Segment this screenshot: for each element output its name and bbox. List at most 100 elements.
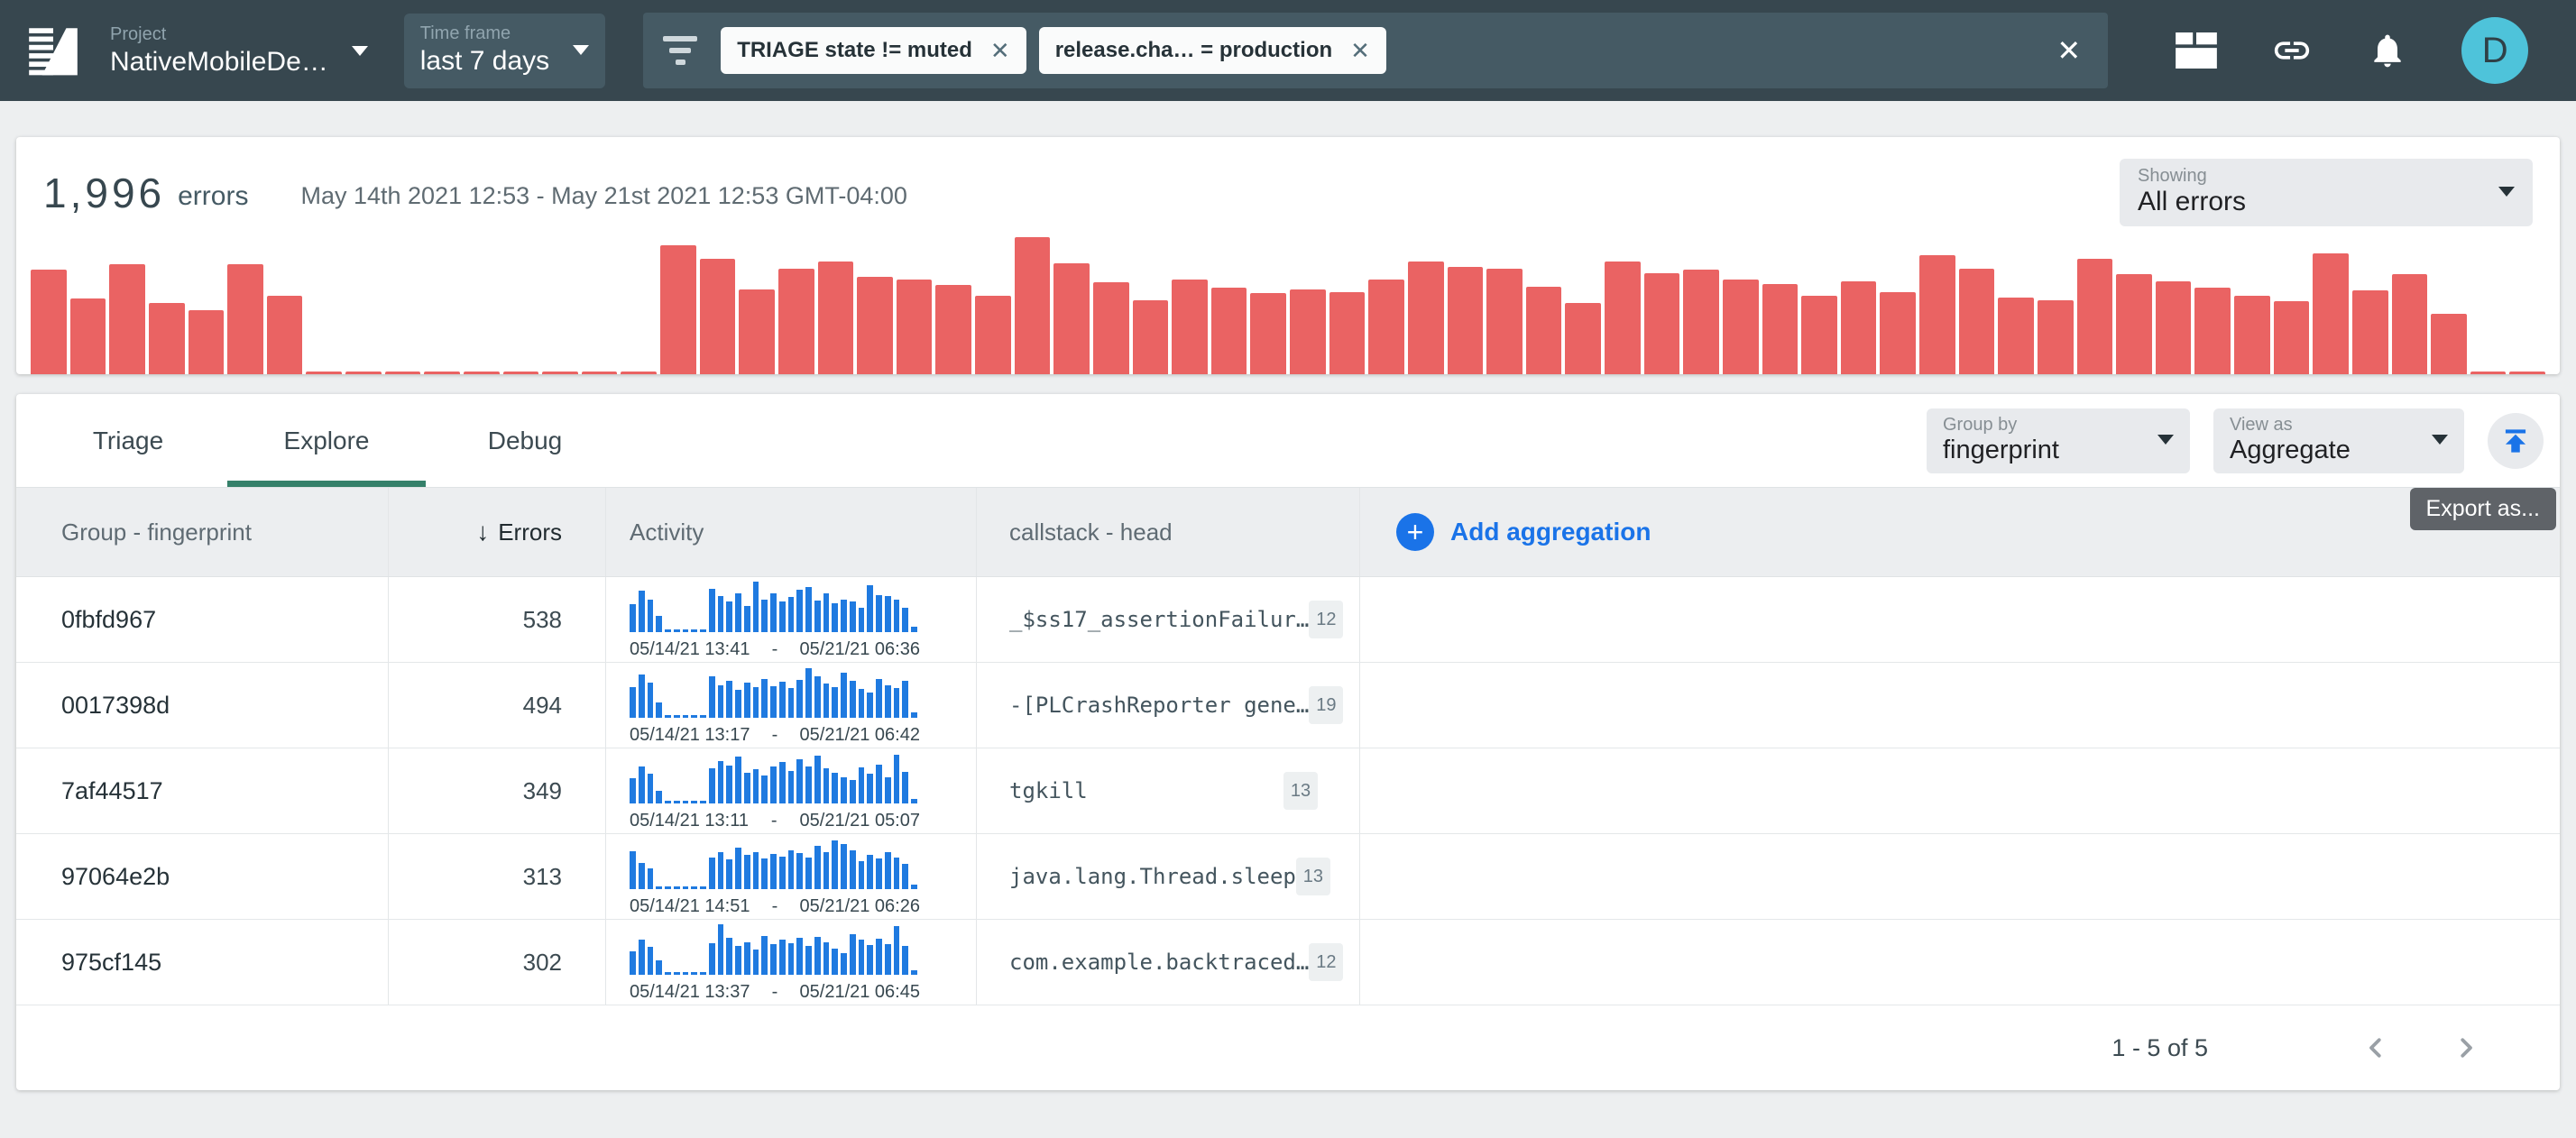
remove-filter-icon[interactable]: ✕	[990, 37, 1010, 65]
activity-start: 05/14/21 13:11	[630, 811, 749, 831]
view-as-label: View as	[2230, 415, 2351, 436]
tab-explore[interactable]: Explore	[227, 394, 426, 487]
callstack-head-value[interactable]: com.example.backtraced…	[1009, 950, 1309, 975]
backtrace-logo-icon	[23, 21, 83, 80]
share-link-icon[interactable]	[2270, 29, 2314, 72]
activity-sparkline[interactable]: 05/14/21 13:41 - 05/21/21 06:36	[630, 580, 920, 660]
filter-bar[interactable]: TRIAGE state != muted ✕ release.cha… = p…	[643, 13, 2108, 88]
table-row[interactable]: 97064e2b 313 05/14/21 14:51 - 05/21/21 0…	[16, 834, 2560, 920]
user-avatar[interactable]: D	[2461, 17, 2528, 84]
sparkline-date-range: 05/14/21 13:41 - 05/21/21 06:36	[630, 639, 920, 660]
frame-count-badge: 13	[1296, 858, 1330, 895]
fingerprint-value[interactable]: 7af44517	[61, 777, 163, 805]
fingerprint-value[interactable]: 0017398d	[61, 692, 170, 720]
column-header-fingerprint[interactable]: Group - fingerprint	[16, 488, 389, 576]
previous-page-icon[interactable]	[2354, 1026, 2397, 1069]
column-header-errors[interactable]: ↓ Errors	[389, 488, 606, 576]
activity-sparkline[interactable]: 05/14/21 13:37 - 05/21/21 06:45	[630, 922, 920, 1003]
sparkline-date-range: 05/14/21 13:37 - 05/21/21 06:45	[630, 982, 920, 1003]
showing-label: Showing	[2138, 166, 2246, 187]
column-header-errors-label: Errors	[498, 519, 562, 546]
sparkline-date-range: 05/14/21 13:17 - 05/21/21 06:42	[630, 725, 920, 746]
callstack-head-value[interactable]: tgkill	[1009, 778, 1088, 803]
top-bar: Project NativeMobileDe… Time frame last …	[0, 0, 2576, 101]
view-as-dropdown[interactable]: View as Aggregate	[2213, 408, 2464, 473]
remove-filter-icon[interactable]: ✕	[1350, 37, 1370, 65]
next-page-icon[interactable]	[2444, 1026, 2488, 1069]
export-upload-icon	[2498, 424, 2533, 458]
sparkline-bars	[630, 580, 920, 632]
frame-count-badge: 19	[1309, 686, 1343, 724]
pagination-range: 1 - 5 of 5	[2111, 1034, 2208, 1062]
explore-card: Triage Explore Debug Group by fingerprin…	[16, 394, 2560, 1090]
activity-end: 05/21/21 06:42	[800, 725, 920, 746]
tab-triage[interactable]: Triage	[29, 394, 227, 487]
dashboard-layout-icon[interactable]	[2175, 29, 2218, 72]
activity-separator: -	[772, 639, 778, 660]
errors-count-value: 302	[523, 949, 562, 977]
notifications-bell-icon[interactable]	[2366, 29, 2409, 72]
column-header-activity[interactable]: Activity	[606, 488, 977, 576]
fingerprint-value[interactable]: 0fbfd967	[61, 606, 156, 634]
activity-end: 05/21/21 06:26	[800, 896, 920, 917]
filter-chip-release-channel[interactable]: release.cha… = production ✕	[1039, 27, 1386, 74]
tab-debug[interactable]: Debug	[426, 394, 624, 487]
tabs-row: Triage Explore Debug Group by fingerprin…	[16, 394, 2560, 487]
topbar-actions: D	[2175, 17, 2528, 84]
errors-summary-card: 1,996 errors May 14th 2021 12:53 - May 2…	[16, 137, 2560, 374]
group-by-dropdown[interactable]: Group by fingerprint	[1927, 408, 2190, 473]
activity-separator: -	[771, 811, 777, 831]
table-row[interactable]: 0017398d 494 05/14/21 13:17 - 05/21/21 0…	[16, 663, 2560, 748]
timeframe-selector[interactable]: Time frame last 7 days	[404, 14, 605, 88]
table-row[interactable]: 7af44517 349 05/14/21 13:11 - 05/21/21 0…	[16, 748, 2560, 834]
add-aggregation-button[interactable]: + Add aggregation	[1360, 513, 1651, 551]
filter-chip-label: release.cha… = production	[1055, 38, 1332, 63]
fingerprint-value[interactable]: 975cf145	[61, 949, 161, 977]
pagination: 1 - 5 of 5	[16, 1005, 2560, 1090]
errors-histogram[interactable]	[16, 237, 2560, 374]
column-header-callstack[interactable]: callstack - head	[977, 488, 1360, 576]
activity-sparkline[interactable]: 05/14/21 13:11 - 05/21/21 05:07	[630, 751, 920, 831]
filter-chip-triage-state[interactable]: TRIAGE state != muted ✕	[721, 27, 1026, 74]
sparkline-bars	[630, 751, 920, 803]
frame-count-badge: 12	[1309, 601, 1343, 638]
activity-start: 05/14/21 13:41	[630, 639, 750, 660]
errors-count-value: 313	[523, 863, 562, 891]
sparkline-bars	[630, 922, 920, 975]
table-row[interactable]: 975cf145 302 05/14/21 13:37 - 05/21/21 0…	[16, 920, 2560, 1005]
chevron-down-icon	[352, 46, 368, 56]
activity-sparkline[interactable]: 05/14/21 14:51 - 05/21/21 06:26	[630, 837, 920, 917]
sparkline-bars	[630, 665, 920, 718]
sort-desc-icon[interactable]: ↓	[476, 518, 489, 546]
activity-separator: -	[772, 725, 778, 746]
callstack-head-value[interactable]: java.lang.Thread.sleep	[1009, 864, 1296, 889]
fingerprint-value[interactable]: 97064e2b	[61, 863, 170, 891]
timeframe-value: last 7 days	[420, 45, 549, 78]
export-tooltip: Export as...	[2410, 488, 2556, 530]
project-selector[interactable]: Project NativeMobileDe…	[110, 23, 368, 78]
errors-count-value: 494	[523, 692, 562, 720]
chevron-down-icon	[573, 45, 589, 55]
timeframe-label: Time frame	[420, 23, 549, 45]
showing-dropdown[interactable]: Showing All errors	[2120, 159, 2533, 226]
table-row[interactable]: 0fbfd967 538 05/14/21 13:41 - 05/21/21 0…	[16, 577, 2560, 663]
filter-chip-label: TRIAGE state != muted	[737, 38, 972, 63]
filter-icon[interactable]	[663, 36, 697, 65]
table-header: Group - fingerprint ↓ Errors Activity ca…	[16, 487, 2560, 577]
add-aggregation-header: + Add aggregation	[1360, 488, 2560, 576]
activity-start: 05/14/21 13:37	[630, 982, 750, 1003]
callstack-head-value[interactable]: -[PLCrashReporter gene…	[1009, 693, 1309, 718]
group-by-label: Group by	[1943, 415, 2059, 436]
export-button[interactable]	[2488, 413, 2544, 469]
plus-circle-icon: +	[1396, 513, 1434, 551]
project-label: Project	[110, 23, 328, 46]
callstack-head-value[interactable]: _$ss17_assertionFailur…	[1009, 607, 1309, 632]
add-aggregation-label: Add aggregation	[1450, 518, 1651, 546]
clear-filters-icon[interactable]: ✕	[2049, 33, 2088, 68]
errors-count-value: 349	[523, 777, 562, 805]
activity-start: 05/14/21 14:51	[630, 896, 750, 917]
error-count-suffix: errors	[178, 181, 248, 212]
activity-end: 05/21/21 05:07	[800, 811, 920, 831]
sparkline-bars	[630, 837, 920, 889]
activity-sparkline[interactable]: 05/14/21 13:17 - 05/21/21 06:42	[630, 665, 920, 746]
